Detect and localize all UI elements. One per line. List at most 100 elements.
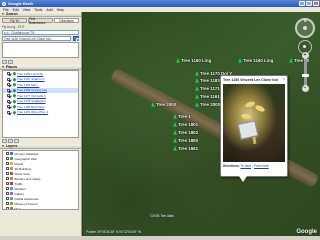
zoom-slider-knob[interactable] xyxy=(301,74,309,77)
tab-directions[interactable]: Directions xyxy=(54,18,79,23)
place-checkbox[interactable] xyxy=(7,72,10,76)
search-results-list[interactable] xyxy=(2,42,79,58)
placemark[interactable]: Tree 1160 Ling xyxy=(238,58,273,63)
placemark[interactable]: Tree 1160 Ling xyxy=(176,58,211,63)
maximize-button[interactable]: □ xyxy=(306,1,312,6)
layer-item[interactable]: More xyxy=(3,206,78,209)
place-label[interactable]: Tree 1156 Red Paris xyxy=(17,105,44,109)
place-checkbox[interactable] xyxy=(7,77,10,81)
window-title: Google Earth xyxy=(8,1,34,6)
zoom-in-button[interactable]: + xyxy=(301,52,309,59)
copyright-notice: ©2008 Tele Atlas xyxy=(150,214,174,218)
layer-checkbox[interactable] xyxy=(6,207,9,209)
zoom-out-button[interactable]: − xyxy=(301,85,309,92)
place-checkbox[interactable] xyxy=(7,94,10,98)
balloon-title: Tree 1150 Vincent Lee Clone hot xyxy=(223,78,278,82)
search-button[interactable] xyxy=(73,35,80,42)
layer-label: Places of Interest xyxy=(14,201,38,206)
menu-tools[interactable]: Tools xyxy=(34,8,42,12)
placemark-label[interactable]: Tree 1801 xyxy=(178,122,198,127)
results-tool-button[interactable] xyxy=(8,60,13,64)
place-checkbox[interactable] xyxy=(7,83,10,87)
places-down-button[interactable] xyxy=(14,139,19,143)
google-earth-icon xyxy=(2,1,6,6)
place-label[interactable]: Tree 1162 Mcp... xyxy=(17,83,39,87)
menu-view[interactable]: View xyxy=(23,8,31,12)
placemark-pin-icon xyxy=(195,94,199,99)
placemark[interactable]: Tree 1880 xyxy=(173,138,198,143)
layer-label: Street View xyxy=(14,171,30,176)
place-label[interactable]: Tree 1159 Lomb Be xyxy=(17,72,43,76)
placemark-label[interactable]: Tree 1 xyxy=(178,114,191,119)
places-up-button[interactable] xyxy=(8,139,13,143)
layer-checkbox[interactable] xyxy=(6,202,9,205)
look-ring[interactable]: N xyxy=(295,18,315,38)
placemark-icon xyxy=(12,99,17,104)
place-checkbox[interactable] xyxy=(7,88,10,92)
to-here-link[interactable]: To here xyxy=(240,164,251,168)
layer-label: Geographic Web xyxy=(14,156,37,161)
placemark[interactable]: Tree 2000 xyxy=(151,102,176,107)
layer-checkbox[interactable] xyxy=(6,182,9,185)
placemark-label[interactable]: Tree 2000 xyxy=(200,102,220,107)
menu-add[interactable]: Add xyxy=(46,8,52,12)
layer-checkbox[interactable] xyxy=(6,192,9,195)
placemark[interactable]: Tree 1802 xyxy=(173,130,198,135)
placemark-pin-icon xyxy=(176,58,180,63)
window-bottom-edge xyxy=(0,236,320,240)
layer-label: Roads xyxy=(14,161,24,166)
place-checkbox[interactable] xyxy=(7,105,10,109)
places-search-button[interactable] xyxy=(2,139,7,143)
layer-checkbox[interactable] xyxy=(6,152,9,155)
placemark-pin-icon xyxy=(195,102,199,107)
from-here-link[interactable]: From here xyxy=(254,164,269,168)
placemark[interactable]: Tree 1801 xyxy=(173,122,198,127)
placemark-label[interactable]: Tree 1681 xyxy=(178,146,198,151)
layer-label: Borders and Labels xyxy=(14,176,41,181)
from-field[interactable]: e.g., Chattanooga TN xyxy=(2,29,79,35)
layer-checkbox[interactable] xyxy=(6,187,9,190)
placemark[interactable]: Tree 1681 xyxy=(173,146,198,151)
placemark-label[interactable]: Tree 1802 xyxy=(178,130,198,135)
placemark-label[interactable]: Tree 1160 Ling xyxy=(181,58,211,63)
placemark-pin-icon xyxy=(173,138,177,143)
layer-checkbox[interactable] xyxy=(6,177,9,180)
place-label[interactable]: Tree 1178 Saddlepan xyxy=(17,99,46,103)
place-label[interactable]: Tree 1177 Old Fella fr xyxy=(17,94,46,98)
search-header-label: Search xyxy=(6,12,18,16)
menu-help[interactable]: Help xyxy=(57,8,64,12)
placemark-label[interactable]: Tree 1880 xyxy=(178,138,198,143)
sidebar: Search Fly To Find Businesses Directions… xyxy=(0,12,82,240)
layer-label: Gallery xyxy=(14,191,25,196)
results-tool-button[interactable] xyxy=(2,60,7,64)
zoom-slider[interactable]: + − xyxy=(301,52,309,92)
layer-checkbox[interactable] xyxy=(6,157,9,160)
placemark-label[interactable]: Tree 1160 Ling xyxy=(243,58,273,63)
layer-checkbox[interactable] xyxy=(6,172,9,175)
layer-icon xyxy=(10,197,13,200)
place-label[interactable]: Tree 1150 Vincent Lee xyxy=(17,88,47,92)
place-label[interactable]: Tree 1157 Shapiro C xyxy=(17,77,45,81)
layer-checkbox[interactable] xyxy=(6,197,9,200)
balloon-close-icon[interactable]: × xyxy=(282,77,286,81)
placemark-label[interactable]: Tree 2000 xyxy=(156,102,176,107)
layer-checkbox[interactable] xyxy=(6,162,9,165)
layers-panel-header[interactable]: Layers xyxy=(0,144,81,149)
tab-find-businesses[interactable]: Find Businesses xyxy=(28,17,53,25)
placemark[interactable]: Tree 2000 xyxy=(195,102,220,107)
layer-icon xyxy=(10,162,13,165)
placemark[interactable]: Tree 1 xyxy=(173,114,191,119)
close-button[interactable]: × xyxy=(313,1,319,6)
place-item[interactable]: Tree 1151 Wine Wrsy 4 xyxy=(3,110,78,116)
layer-checkbox[interactable] xyxy=(6,167,9,170)
menu-file[interactable]: File xyxy=(3,8,9,12)
place-checkbox[interactable] xyxy=(7,99,10,103)
map-view[interactable]: Tree 1160 Ling Tree 1160 Ling Tree 40 Tree … xyxy=(83,12,320,236)
to-field[interactable]: Tree 1150 Vincent Lee Clone hot... xyxy=(2,35,71,41)
menu-edit[interactable]: Edit xyxy=(13,8,19,12)
placemark-icon xyxy=(12,110,17,115)
place-label[interactable]: Tree 1151 Wine Wrsy 4 xyxy=(17,110,48,114)
tab-fly-to[interactable]: Fly To xyxy=(2,18,27,23)
minimize-button[interactable]: _ xyxy=(299,1,305,6)
place-checkbox[interactable] xyxy=(7,110,10,114)
